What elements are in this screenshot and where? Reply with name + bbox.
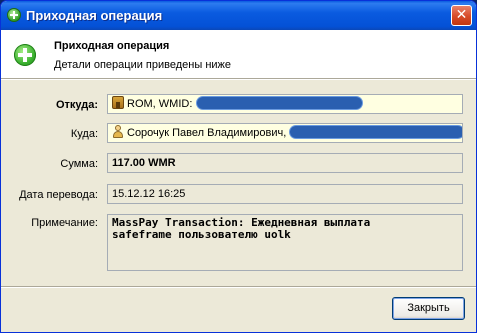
date-label: Дата перевода: xyxy=(19,189,98,201)
redaction-mark xyxy=(290,126,462,138)
amount-field[interactable]: 117.00 WMR xyxy=(107,153,463,173)
from-label: Откуда: xyxy=(55,99,98,111)
from-field[interactable]: ROM, WMID: xyxy=(107,94,463,114)
title-bar[interactable]: Приходная операция ✕ xyxy=(1,1,476,30)
header-subtitle: Детали операции приведены ниже xyxy=(54,59,232,71)
from-value: ROM, WMID: xyxy=(127,98,193,110)
note-field[interactable]: MassPay Transaction: Ежедневная выплата … xyxy=(107,214,463,271)
add-plus-icon xyxy=(7,8,21,22)
note-label: Примечание: xyxy=(31,217,98,229)
header-divider xyxy=(1,79,476,80)
add-plus-icon xyxy=(14,44,36,66)
window-close-button[interactable]: ✕ xyxy=(451,5,472,26)
date-field[interactable]: 15.12.12 16:25 xyxy=(107,184,463,204)
to-label: Куда: xyxy=(70,128,98,140)
dialog-window: Приходная операция ✕ Приходная операция … xyxy=(0,0,477,333)
footer-divider xyxy=(1,286,476,287)
header-panel: Приходная операция Детали операции приве… xyxy=(1,30,476,79)
header-title: Приходная операция xyxy=(54,40,170,52)
to-field[interactable]: Сорочук Павел Владимирович, xyxy=(107,123,463,143)
close-button[interactable]: Закрыть xyxy=(392,297,465,320)
redaction-mark xyxy=(197,97,363,109)
to-value: Сорочук Павел Владимирович, xyxy=(127,127,287,139)
amount-label: Сумма: xyxy=(60,158,98,170)
window-title: Приходная операция xyxy=(26,8,163,23)
merchant-icon xyxy=(112,96,124,109)
person-icon xyxy=(112,125,124,138)
